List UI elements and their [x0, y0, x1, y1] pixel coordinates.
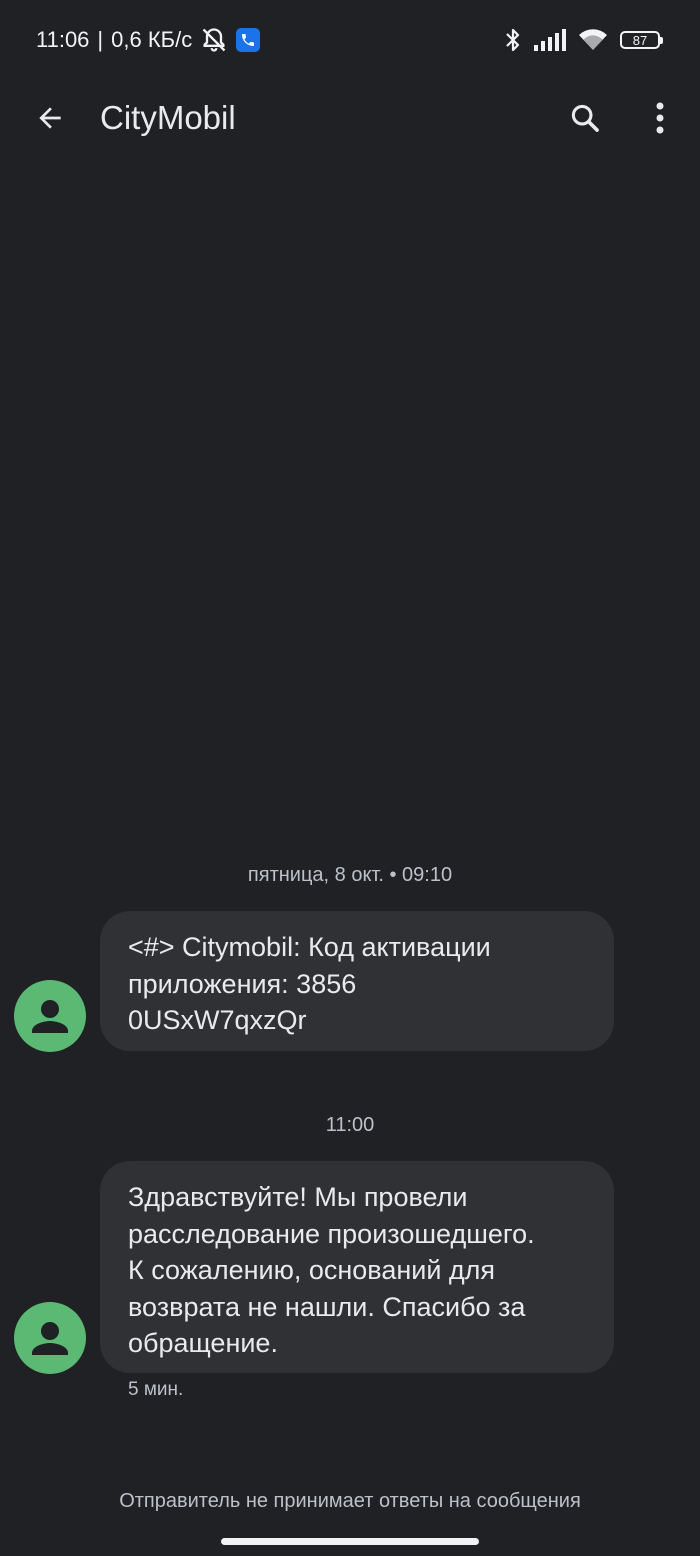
status-bar-left: 11:06 | 0,6 КБ/с [36, 26, 261, 54]
message-timestamp: пятница, 8 окт. • 09:10 [247, 864, 453, 886]
bluetooth-icon [504, 27, 522, 53]
message-bubble[interactable]: <#> Citymobil: Код активации приложения:… [100, 911, 614, 1051]
message-timestamp: 11:00 [325, 1114, 375, 1136]
conversation-title: CityMobil [100, 99, 236, 136]
search-icon [568, 101, 602, 135]
battery-icon: 87 [620, 31, 663, 49]
avatar[interactable] [14, 980, 86, 1052]
home-indicator[interactable] [221, 1538, 479, 1545]
wifi-icon [578, 28, 608, 52]
search-button[interactable] [564, 97, 606, 139]
status-bar-right: 87 [504, 26, 663, 54]
status-time: 11:06 [36, 27, 90, 52]
person-icon [32, 1322, 68, 1355]
app-bar: CityMobil [0, 80, 700, 156]
back-button[interactable] [30, 98, 70, 138]
signal-icon [534, 29, 566, 51]
arrow-back-icon [34, 102, 66, 134]
message-bubble[interactable]: Здравствуйте! Мы провели расследование п… [100, 1161, 614, 1373]
message-time-ago: 5 мин. [128, 1379, 184, 1400]
no-reply-notice: Отправитель не принимает ответы на сообщ… [119, 1490, 581, 1512]
alarm-off-icon [200, 26, 228, 54]
battery-level: 87 [632, 32, 648, 48]
phone-call-icon [236, 28, 261, 52]
status-net-speed: 0,6 КБ/с [111, 27, 193, 52]
status-separator: | [97, 27, 104, 52]
status-bar: 11:06 | 0,6 КБ/с 87 [0, 0, 700, 80]
more-options-button[interactable] [640, 97, 680, 139]
person-icon [32, 1000, 68, 1033]
avatar[interactable] [14, 1302, 86, 1374]
more-vert-icon [655, 101, 665, 135]
